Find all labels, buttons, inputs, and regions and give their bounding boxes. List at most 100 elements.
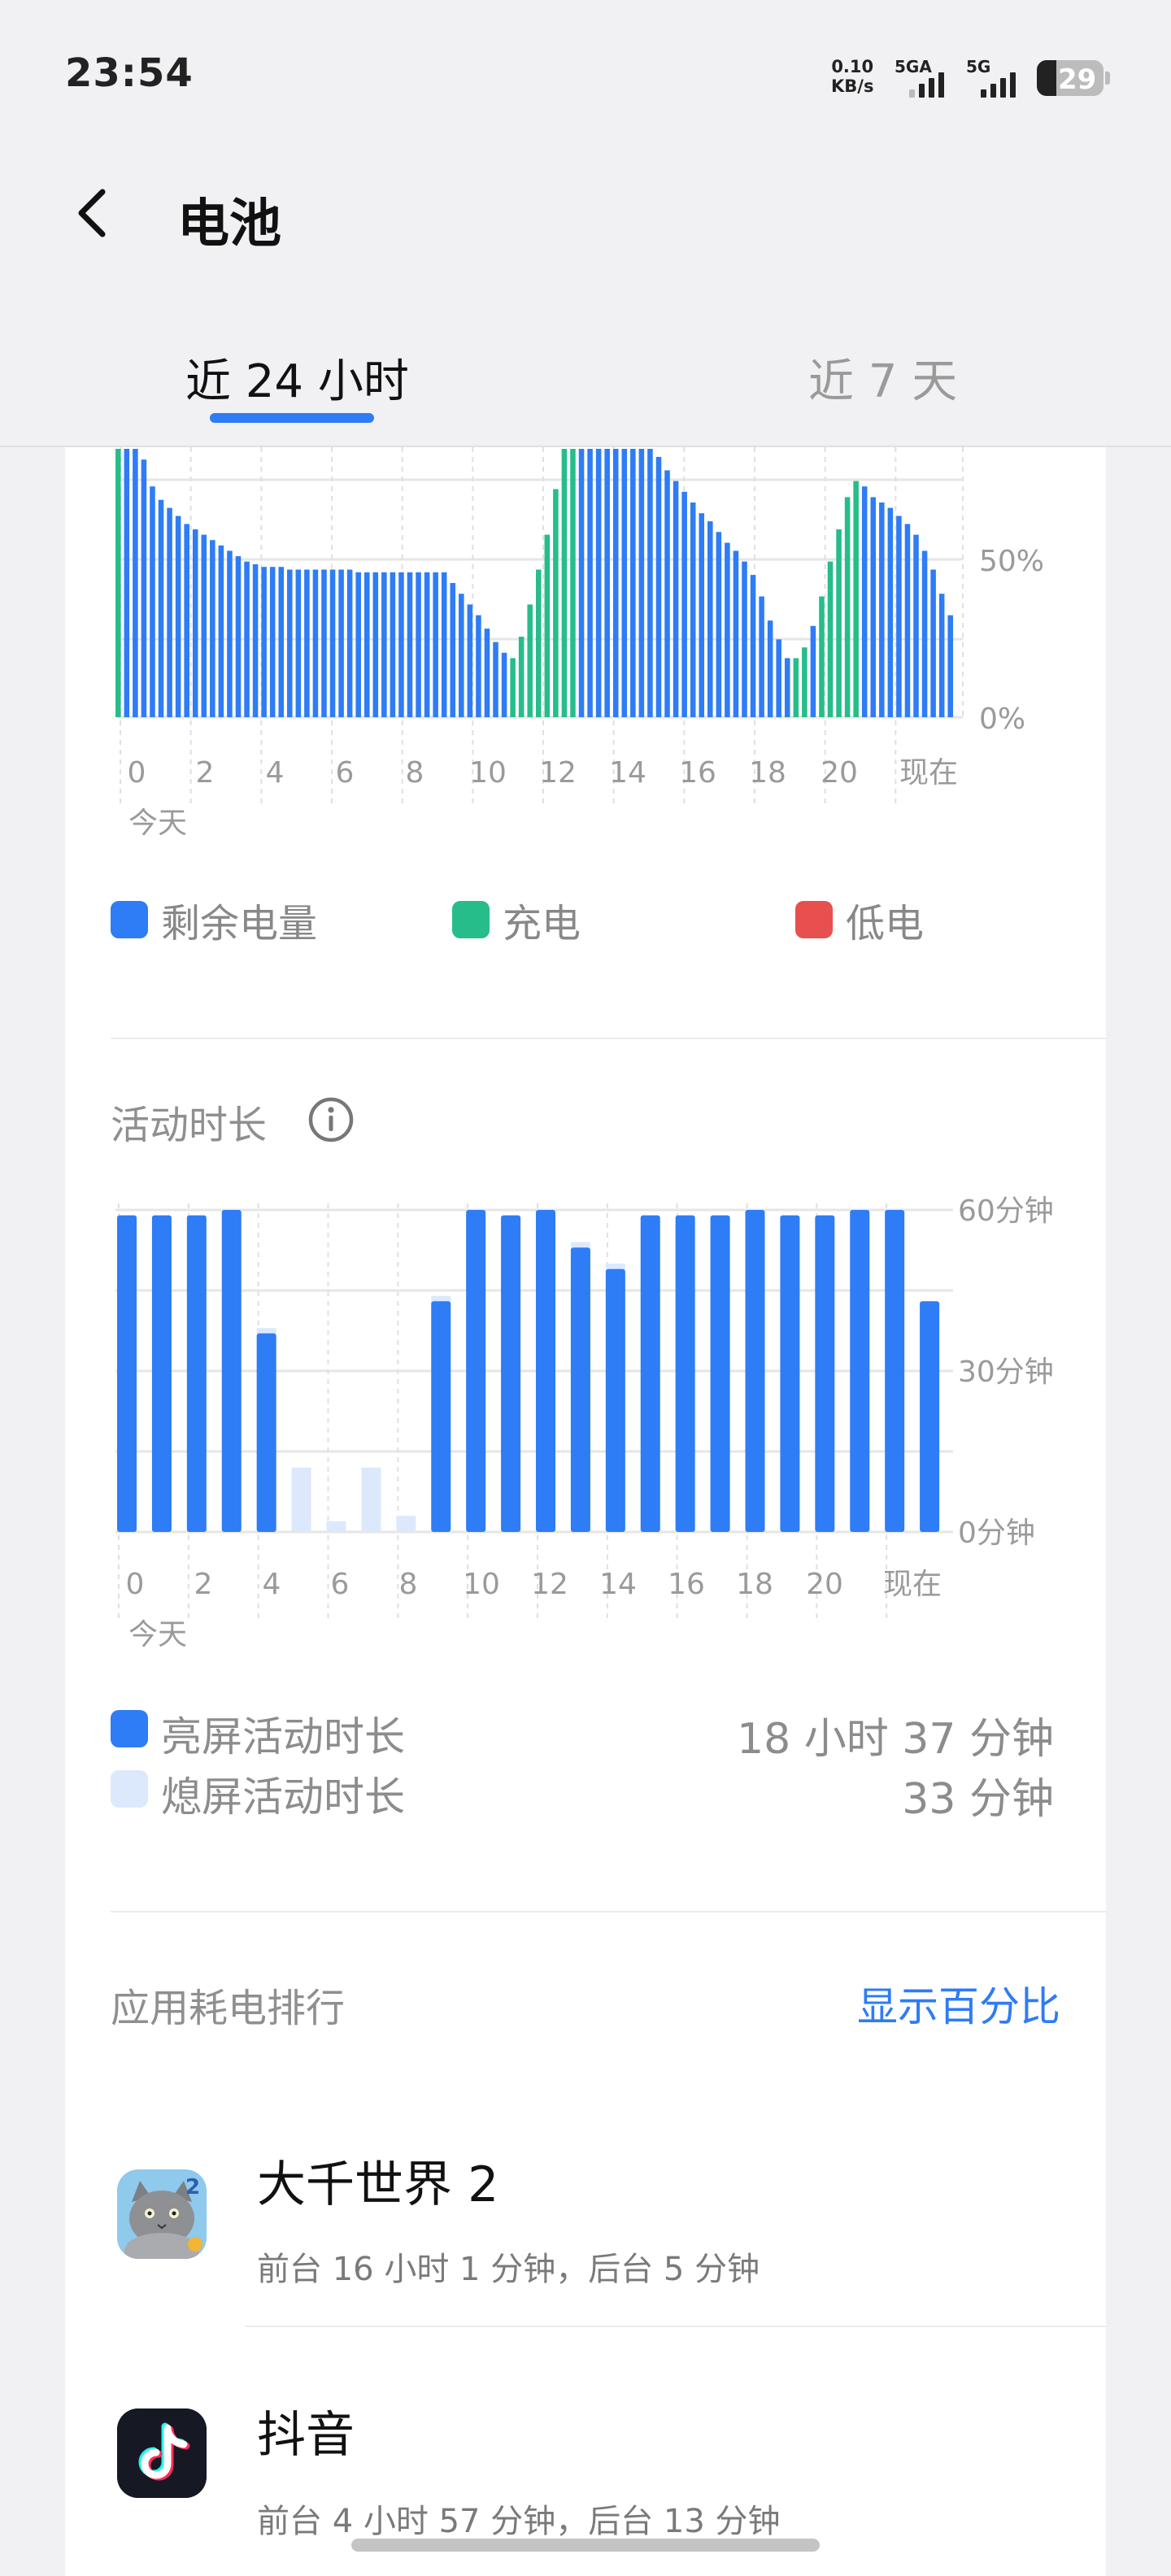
screen-on-bar bbox=[850, 1210, 870, 1532]
x-tick-label: 8 bbox=[406, 756, 424, 790]
screen-on-bar bbox=[186, 1215, 207, 1532]
screen-off-bar bbox=[431, 1295, 451, 1302]
battery-bar bbox=[321, 569, 327, 717]
battery-bar bbox=[853, 481, 859, 717]
screen-on-bar bbox=[466, 1210, 486, 1532]
date-label: 今天 bbox=[128, 1618, 187, 1651]
show-percentage-button[interactable]: 显示百分比 bbox=[857, 1974, 1060, 2033]
screen-off-bar bbox=[256, 1328, 276, 1334]
status-time: 23:54 bbox=[65, 50, 194, 96]
battery-bar bbox=[570, 449, 576, 717]
battery-bar bbox=[252, 564, 259, 717]
battery-bar bbox=[235, 556, 242, 717]
battery-bar bbox=[750, 575, 756, 717]
screen-on-bar bbox=[605, 1268, 625, 1532]
signal-5ga-icon: 5GA bbox=[895, 57, 960, 99]
legend-charging-swatch bbox=[452, 901, 490, 938]
battery-bar bbox=[304, 569, 310, 717]
legend-low: 低电 bbox=[795, 891, 924, 948]
battery-bar bbox=[363, 572, 370, 717]
x-tick-label: 18 bbox=[749, 756, 786, 790]
battery-icon: 29 bbox=[1037, 60, 1104, 96]
cat-game-icon: 2 bbox=[117, 2169, 207, 2259]
battery-bar bbox=[655, 456, 662, 717]
activity-title: 活动时长 bbox=[111, 1103, 268, 1148]
x-tick-label: 20 bbox=[806, 1568, 843, 1601]
battery-bar bbox=[287, 569, 293, 717]
info-icon[interactable] bbox=[307, 1096, 355, 1143]
battery-bar bbox=[338, 569, 344, 717]
back-button[interactable] bbox=[65, 181, 130, 246]
x-tick-label: 10 bbox=[469, 756, 507, 790]
screen-on-label: 亮屏活动时长 bbox=[161, 1713, 405, 1760]
battery-bar bbox=[681, 491, 687, 717]
screen-on-bar bbox=[431, 1301, 451, 1532]
screen-on-bar bbox=[885, 1210, 905, 1532]
battery-bar bbox=[947, 615, 953, 717]
battery-bar bbox=[604, 449, 610, 717]
battery-bar bbox=[329, 569, 336, 717]
battery-bar bbox=[501, 652, 507, 717]
tab-7-days[interactable]: 近 7 天 bbox=[808, 345, 957, 411]
battery-bar bbox=[407, 572, 413, 717]
battery-bar bbox=[484, 629, 490, 717]
x-tick-label: 4 bbox=[263, 1568, 281, 1601]
battery-bar bbox=[810, 625, 816, 717]
tab-24-hours[interactable]: 近 24 小时 bbox=[185, 345, 409, 411]
screen-on-bar bbox=[710, 1215, 730, 1532]
x-tick-label: 12 bbox=[531, 1568, 568, 1601]
network-speed-value: 0.10 bbox=[831, 57, 874, 76]
app-row-daqian[interactable]: 2 大千世界 2 前台 16 小时 1 分钟，后台 5 分钟 bbox=[65, 2098, 1106, 2342]
y-tick-label: 50% bbox=[979, 545, 1044, 578]
x-tick-label: 8 bbox=[399, 1568, 418, 1601]
screen-on-bar bbox=[640, 1215, 660, 1532]
section-divider bbox=[111, 1911, 1106, 1912]
battery-bar bbox=[725, 542, 730, 717]
battery-bar bbox=[381, 572, 387, 717]
section-divider bbox=[111, 1038, 1106, 1039]
battery-bar bbox=[913, 534, 919, 717]
battery-bar bbox=[742, 561, 747, 717]
battery-bar bbox=[115, 449, 121, 717]
battery-bar bbox=[278, 567, 285, 717]
battery-bar bbox=[459, 594, 464, 717]
battery-bar bbox=[896, 516, 902, 717]
battery-bar bbox=[210, 540, 215, 717]
x-tick-label: 10 bbox=[463, 1568, 500, 1601]
battery-bar bbox=[612, 449, 619, 717]
battery-bar bbox=[707, 521, 713, 717]
battery-bar bbox=[158, 499, 164, 717]
battery-bar bbox=[312, 569, 319, 717]
screen-on-row: 亮屏活动时长 18 小时 37 分钟 bbox=[111, 1704, 1054, 1764]
battery-bar bbox=[355, 572, 361, 717]
legend-low-label: 低电 bbox=[846, 901, 925, 946]
battery-bar bbox=[493, 642, 498, 717]
battery-bar bbox=[518, 637, 525, 717]
battery-bar bbox=[921, 550, 928, 717]
battery-bar bbox=[390, 572, 396, 717]
battery-bar bbox=[733, 550, 739, 717]
battery-bar bbox=[776, 639, 781, 717]
ranking-title: 应用耗电排行 bbox=[111, 1986, 346, 2031]
battery-bar bbox=[673, 481, 679, 717]
screen-on-bar bbox=[256, 1333, 276, 1532]
battery-bar bbox=[836, 529, 842, 717]
x-tick-label: 16 bbox=[679, 756, 716, 790]
home-indicator[interactable] bbox=[351, 2539, 820, 2552]
battery-bar bbox=[784, 658, 790, 717]
battery-bar bbox=[844, 497, 851, 717]
screen-on-swatch bbox=[111, 1710, 148, 1747]
legend-charging: 充电 bbox=[452, 891, 581, 948]
battery-bar bbox=[638, 449, 645, 717]
app-usage-detail: 前台 4 小时 57 分钟，后台 13 分钟 bbox=[257, 2503, 781, 2540]
battery-bar bbox=[141, 459, 147, 717]
battery-bar bbox=[467, 604, 473, 717]
battery-bar bbox=[244, 561, 250, 717]
battery-bar bbox=[184, 524, 189, 717]
app-usage-detail: 前台 16 小时 1 分钟，后台 5 分钟 bbox=[257, 2251, 760, 2288]
app-row-douyin[interactable]: 抖音 前台 4 小时 57 分钟，后台 13 分钟 bbox=[65, 2327, 1106, 2571]
x-tick-label: 0 bbox=[126, 1568, 145, 1601]
chevron-left-icon bbox=[78, 189, 106, 237]
battery-bar bbox=[621, 449, 628, 717]
battery-bar bbox=[819, 596, 825, 717]
